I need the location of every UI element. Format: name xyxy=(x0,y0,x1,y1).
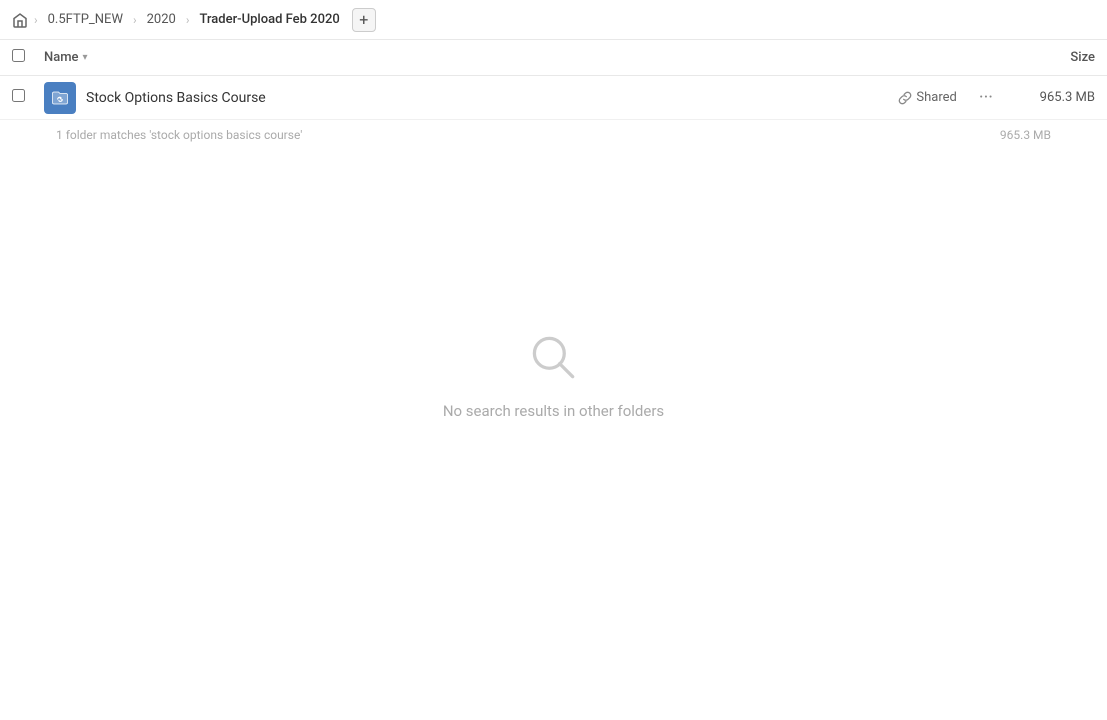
empty-state: No search results in other folders xyxy=(0,330,1107,420)
breadcrumb-item-2[interactable]: Trader-Upload Feb 2020 xyxy=(195,10,343,29)
breadcrumb-bar: › 0.5FTP_NEW › 2020 › Trader-Upload Feb … xyxy=(0,0,1107,40)
sort-icon: ▾ xyxy=(83,52,88,63)
no-results-text: No search results in other folders xyxy=(443,402,664,420)
breadcrumb-item-1[interactable]: 2020 xyxy=(143,10,180,29)
folder-icon xyxy=(44,82,76,114)
no-results-icon xyxy=(526,330,582,386)
shared-label: Shared xyxy=(898,90,956,105)
breadcrumb-sep-1: › xyxy=(34,13,38,27)
size-column-header: Size xyxy=(995,50,1095,65)
add-breadcrumb-button[interactable]: + xyxy=(352,8,376,32)
link-icon xyxy=(898,91,912,105)
breadcrumb-sep-2: › xyxy=(133,13,137,27)
breadcrumb-sep-3: › xyxy=(186,13,190,27)
select-all-input[interactable] xyxy=(12,49,25,62)
file-row[interactable]: Stock Options Basics Course Shared ··· 9… xyxy=(0,76,1107,120)
column-header: Name ▾ Size xyxy=(0,40,1107,76)
summary-row: 1 folder matches 'stock options basics c… xyxy=(0,120,1107,150)
file-checkbox[interactable] xyxy=(12,89,36,106)
name-column-header[interactable]: Name ▾ xyxy=(44,50,995,65)
file-name: Stock Options Basics Course xyxy=(86,90,898,106)
file-size: 965.3 MB xyxy=(1015,90,1095,105)
home-breadcrumb[interactable] xyxy=(12,12,28,28)
summary-size: 965.3 MB xyxy=(1000,128,1051,142)
select-all-checkbox[interactable] xyxy=(12,49,36,66)
summary-text: 1 folder matches 'stock options basics c… xyxy=(56,128,302,142)
file-select-input[interactable] xyxy=(12,89,25,102)
more-options-button[interactable]: ··· xyxy=(973,85,999,110)
breadcrumb-item-0[interactable]: 0.5FTP_NEW xyxy=(44,10,127,29)
